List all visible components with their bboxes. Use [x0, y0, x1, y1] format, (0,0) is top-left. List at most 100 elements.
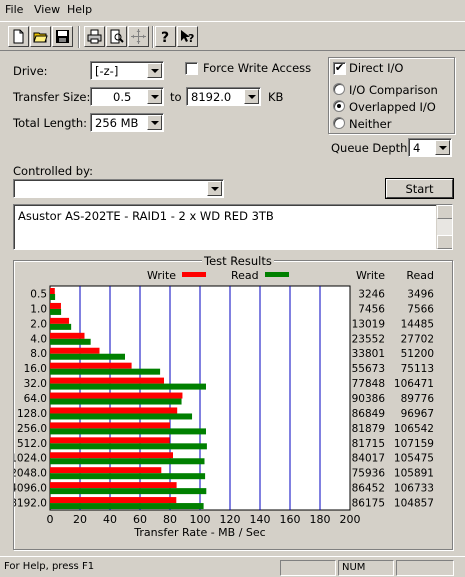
- legend-read-label: Read: [231, 269, 259, 282]
- direct-io-checkbox[interactable]: ✔: [333, 62, 346, 75]
- read-bar: [50, 294, 56, 300]
- save-disk-icon: [56, 30, 69, 43]
- read-value: 106471: [394, 378, 434, 390]
- read-bar: [50, 338, 91, 345]
- read-column-header: Read: [406, 269, 434, 282]
- overlapped-io-radio[interactable]: [333, 100, 345, 112]
- read-bar: [50, 458, 205, 465]
- y-tick-label: 2.0: [30, 318, 47, 330]
- read-value: 105891: [394, 468, 434, 480]
- controlled-by-dropdown-arrow-icon[interactable]: [207, 181, 222, 196]
- scroll-down-icon[interactable]: [437, 235, 452, 249]
- write-value: 86452: [352, 483, 385, 495]
- x-tick-label: 120: [220, 513, 241, 526]
- write-bar: [50, 437, 170, 444]
- context-help-button[interactable]: ?: [177, 26, 198, 47]
- write-bar: [50, 302, 61, 309]
- total-length-dropdown-arrow-icon[interactable]: [147, 115, 162, 130]
- start-button[interactable]: Start: [385, 178, 454, 199]
- write-value: 23552: [352, 333, 385, 345]
- write-value: 77848: [352, 378, 385, 390]
- transfer-size-label: Transfer Size:: [13, 90, 91, 104]
- help-button[interactable]: ?: [155, 26, 176, 47]
- queue-depth-select[interactable]: 4: [408, 138, 452, 157]
- x-tick-label: 160: [280, 513, 301, 526]
- read-value: 27702: [401, 333, 434, 345]
- transfer-from-dropdown-arrow-icon[interactable]: [147, 89, 162, 104]
- save-button[interactable]: [52, 26, 73, 47]
- write-bar: [50, 392, 183, 399]
- print-icon: [87, 29, 102, 44]
- x-tick-label: 100: [190, 513, 211, 526]
- queue-depth-label: Queue Depth:: [331, 141, 412, 155]
- x-axis-label: Transfer Rate - MB / Sec: [133, 526, 265, 539]
- force-write-checkbox[interactable]: [185, 62, 198, 75]
- print-button[interactable]: [84, 26, 105, 47]
- total-length-select[interactable]: 256 MB: [90, 113, 164, 132]
- read-bar: [50, 398, 182, 405]
- scroll-up-icon[interactable]: [437, 205, 452, 219]
- write-value: 75936: [352, 468, 386, 480]
- neither-radio[interactable]: [333, 117, 345, 129]
- menu-view[interactable]: View: [34, 3, 60, 16]
- write-value: 86175: [352, 498, 385, 510]
- write-bar: [50, 482, 177, 489]
- write-bar: [50, 452, 173, 459]
- read-bar: [50, 488, 207, 495]
- y-tick-label: 0.5: [30, 288, 47, 300]
- drive-select[interactable]: [-z-]: [90, 61, 164, 80]
- y-tick-label: 4096.0: [14, 483, 47, 495]
- x-tick-label: 40: [103, 513, 117, 526]
- status-num: NUM: [338, 560, 394, 576]
- x-tick-label: 20: [73, 513, 87, 526]
- transfer-size-from-select[interactable]: 0.5: [90, 87, 164, 106]
- write-bar: [50, 362, 132, 369]
- write-value: 7456: [358, 303, 385, 315]
- status-cell-3: [396, 560, 454, 576]
- io-comparison-radio[interactable]: [333, 83, 345, 95]
- write-value: 13019: [352, 318, 385, 330]
- transfer-size-to-select[interactable]: 8192.0: [186, 87, 261, 106]
- y-tick-label: 1.0: [30, 303, 47, 315]
- read-value: 14485: [401, 318, 434, 330]
- read-value: 89776: [401, 393, 435, 405]
- write-value: 55673: [352, 363, 385, 375]
- drive-dropdown-arrow-icon[interactable]: [147, 63, 162, 78]
- write-value: 81879: [352, 423, 385, 435]
- read-bar: [50, 383, 206, 390]
- total-length-value: 256 MB: [95, 116, 139, 130]
- drive-value: [-z-]: [95, 64, 119, 78]
- write-value: 84017: [352, 453, 385, 465]
- write-bar: [50, 347, 100, 354]
- transfer-size-from-value: 0.5: [113, 90, 132, 104]
- crosshair-button[interactable]: [128, 26, 149, 47]
- controlled-by-select[interactable]: [13, 179, 224, 198]
- menu-file[interactable]: File: [5, 3, 23, 16]
- status-cell-1: [280, 560, 336, 576]
- description-scrollbar[interactable]: [436, 205, 452, 249]
- transfer-to-dropdown-arrow-icon[interactable]: [244, 89, 259, 104]
- read-bar: [50, 428, 206, 435]
- read-value: 75113: [401, 363, 434, 375]
- status-num-text: NUM: [342, 562, 366, 573]
- print-preview-button[interactable]: [106, 26, 127, 47]
- new-file-button[interactable]: [8, 26, 29, 47]
- read-value: 106542: [394, 423, 434, 435]
- y-tick-label: 4.0: [30, 333, 47, 345]
- to-label: to: [170, 90, 182, 104]
- y-tick-label: 2048.0: [14, 468, 47, 480]
- read-value: 104857: [394, 498, 434, 510]
- write-bar: [50, 497, 177, 504]
- open-button[interactable]: [30, 26, 51, 47]
- legend-write-label: Write: [147, 269, 176, 282]
- menu-help[interactable]: Help: [67, 3, 92, 16]
- read-bar: [50, 413, 193, 420]
- description-textarea[interactable]: Asustor AS-202TE - RAID1 - 2 x WD RED 3T…: [13, 204, 453, 250]
- status-bar: For Help, press F1 NUM: [0, 556, 465, 577]
- queue-depth-dropdown-arrow-icon[interactable]: [435, 140, 450, 155]
- read-value: 96967: [401, 408, 434, 420]
- write-value: 3246: [358, 288, 385, 300]
- legend-read-swatch: [265, 272, 289, 277]
- svg-text:?: ?: [161, 30, 169, 44]
- write-bar: [50, 467, 162, 474]
